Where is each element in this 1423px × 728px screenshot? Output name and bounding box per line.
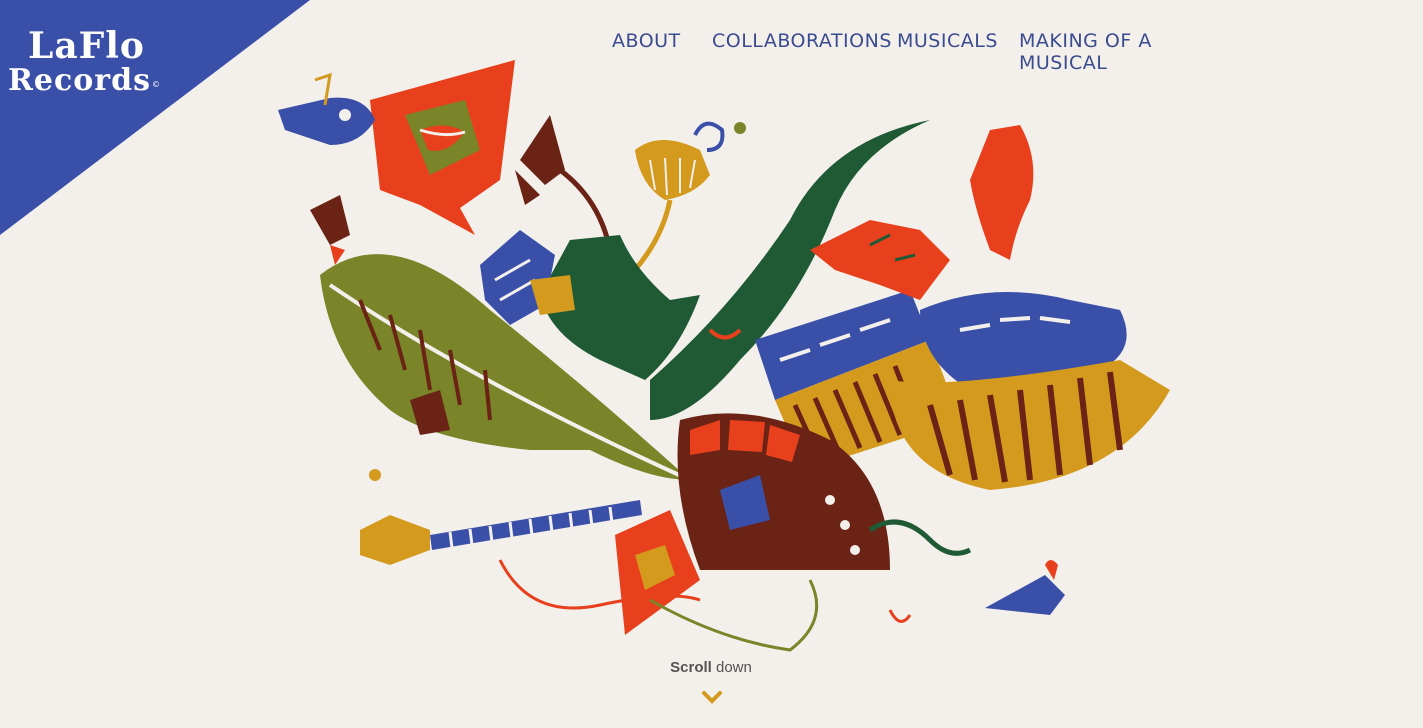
- blue-bird-illustration: [278, 72, 375, 145]
- chevron-down-icon[interactable]: [701, 690, 723, 704]
- nav-about[interactable]: ABOUT: [612, 30, 681, 52]
- scroll-label-rest: down: [711, 659, 752, 676]
- scroll-down-link[interactable]: Scroll down: [611, 659, 811, 676]
- scroll-label-bold: Scroll: [670, 659, 712, 676]
- copyright-mark: ©: [152, 80, 160, 89]
- logo-line1: LaFlo: [28, 25, 145, 67]
- blue-ornament-illustration: [480, 230, 575, 325]
- logo[interactable]: LaFlo Records: [8, 28, 168, 96]
- red-hands-illustration: [810, 125, 1034, 300]
- nav-collaborations[interactable]: COLLABORATIONS: [712, 30, 892, 52]
- main-nav: ABOUT COLLABORATIONS MUSICALS MAKING OF …: [590, 30, 1230, 74]
- blue-triangle-illustration: [985, 560, 1065, 615]
- nav-musicals[interactable]: MUSICALS: [897, 30, 998, 52]
- speech-bubble-illustration: [370, 60, 515, 235]
- logo-line2: Records: [8, 63, 151, 98]
- keyboard-right-illustration: [890, 292, 1170, 490]
- hero-illustration: [278, 60, 1170, 652]
